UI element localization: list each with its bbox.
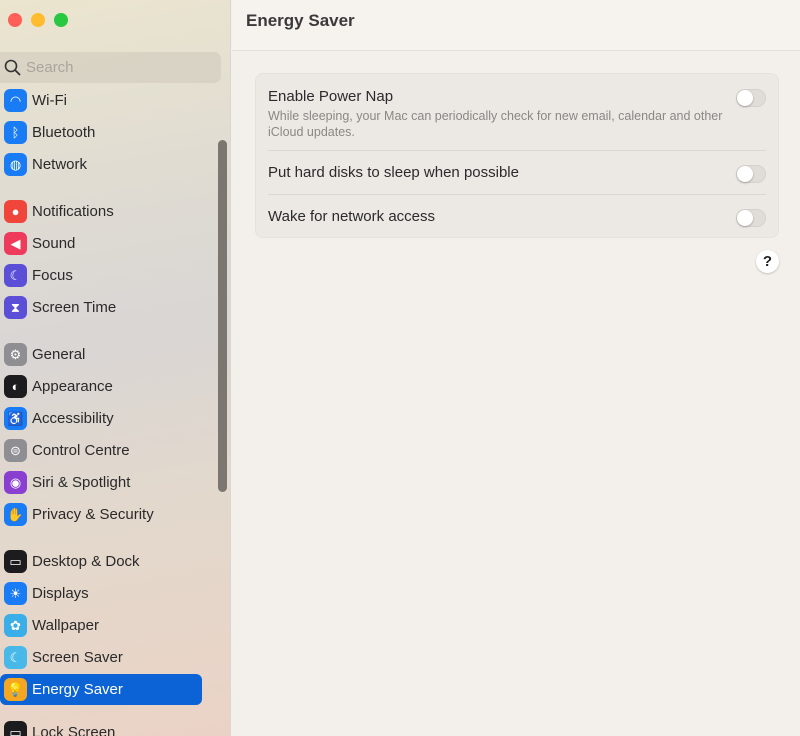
- sidebar-item-label: Siri & Spotlight: [32, 474, 131, 491]
- sidebar-item-label: General: [32, 346, 86, 363]
- sidebar-item-label: Desktop & Dock: [32, 553, 140, 570]
- sidebar-item-energy-saver[interactable]: 💡 Energy Saver: [0, 674, 202, 705]
- sidebar-item-wi-fi[interactable]: ◠ Wi-Fi: [0, 85, 202, 116]
- sidebar-item-label: Sound: [32, 235, 76, 252]
- sidebar-item-notifications[interactable]: ● Notifications: [0, 196, 202, 227]
- sidebar-item-control-centre[interactable]: ⊜ Control Centre: [0, 435, 202, 466]
- wifi-icon: ◠: [4, 89, 27, 112]
- search-icon: [4, 59, 21, 76]
- setting-row-wake-network: Wake for network access: [268, 208, 766, 228]
- bulb-icon: 💡: [4, 678, 27, 701]
- sidebar-item-label: Control Centre: [32, 442, 130, 459]
- divider: [268, 194, 766, 195]
- page-title: Energy Saver: [246, 11, 355, 30]
- divider: [268, 150, 766, 151]
- accessibility-icon: ♿: [4, 407, 27, 430]
- settings-panel: Enable Power Nap While sleeping, your Ma…: [255, 73, 779, 238]
- sidebar-item-label: Bluetooth: [32, 124, 96, 141]
- zoom-window-button[interactable]: [54, 13, 68, 27]
- sidebar-item-sound[interactable]: ◀ Sound: [0, 228, 202, 259]
- siri-icon: ◉: [4, 471, 27, 494]
- sidebar-item-appearance[interactable]: ◐ Appearance: [0, 371, 202, 402]
- wake-network-toggle[interactable]: [736, 209, 766, 227]
- hard-disks-sleep-toggle[interactable]: [736, 165, 766, 183]
- sidebar-item-label: Privacy & Security: [32, 506, 154, 523]
- screensaver-icon: ☾: [4, 646, 27, 669]
- bluetooth-icon: ᛒ: [4, 121, 27, 144]
- sidebar-item-displays[interactable]: ☀ Displays: [0, 578, 202, 609]
- sidebar-item-label: Wi-Fi: [32, 92, 67, 109]
- hand-icon: ✋: [4, 503, 27, 526]
- sidebar-item-label: Focus: [32, 267, 73, 284]
- globe-icon: ◍: [4, 153, 27, 176]
- setting-row-power-nap: Enable Power Nap While sleeping, your Ma…: [268, 88, 766, 148]
- sidebar-item-screen-time[interactable]: ⧗ Screen Time: [0, 292, 202, 323]
- hourglass-icon: ⧗: [4, 296, 27, 319]
- search-input[interactable]: Search: [0, 52, 221, 83]
- setting-description: While sleeping, your Mac can periodicall…: [268, 109, 723, 139]
- dock-icon: ▭: [4, 550, 27, 573]
- flower-icon: ✿: [4, 614, 27, 637]
- sidebar-item-bluetooth[interactable]: ᛒ Bluetooth: [0, 117, 202, 148]
- gear-icon: ⚙: [4, 343, 27, 366]
- sidebar-item-label: Energy Saver: [32, 681, 123, 698]
- sidebar-item-wallpaper[interactable]: ✿ Wallpaper: [0, 610, 202, 641]
- sidebar-item-label: Network: [32, 156, 88, 173]
- lock-screen-icon: ▭: [4, 721, 27, 736]
- sidebar-item-label: Screen Saver: [32, 649, 123, 666]
- toggles-icon: ⊜: [4, 439, 27, 462]
- speaker-icon: ◀: [4, 232, 27, 255]
- appearance-icon: ◐: [4, 375, 27, 398]
- sidebar-item-accessibility[interactable]: ♿ Accessibility: [0, 403, 202, 434]
- sidebar-scrollbar[interactable]: [218, 140, 227, 492]
- setting-label: Wake for network access: [268, 208, 435, 225]
- moon-icon: ☾: [4, 264, 27, 287]
- sidebar-item-label: Screen Time: [32, 299, 117, 316]
- sidebar-item-lock-screen[interactable]: ▭ Lock Screen: [0, 717, 202, 736]
- sidebar-item-siri-spotlight[interactable]: ◉ Siri & Spotlight: [0, 467, 202, 498]
- setting-label: Put hard disks to sleep when possible: [268, 164, 519, 181]
- sidebar-item-label: Lock Screen: [32, 724, 116, 736]
- bell-icon: ●: [4, 200, 27, 223]
- sidebar-item-label: Accessibility: [32, 410, 114, 427]
- minimize-window-button[interactable]: [31, 13, 45, 27]
- close-window-button[interactable]: [8, 13, 22, 27]
- sidebar-item-screen-saver[interactable]: ☾ Screen Saver: [0, 642, 202, 673]
- sidebar-item-label: Notifications: [32, 203, 114, 220]
- sidebar-item-focus[interactable]: ☾ Focus: [0, 260, 202, 291]
- sidebar-item-label: Appearance: [32, 378, 113, 395]
- help-button[interactable]: ?: [756, 250, 779, 273]
- sidebar-item-network[interactable]: ◍ Network: [0, 149, 202, 180]
- sidebar: Search ◠ Wi-Fi ᛒ Bluetooth ◍ Network ● Notifica…: [0, 0, 231, 736]
- sidebar-item-general[interactable]: ⚙ General: [0, 339, 202, 370]
- sidebar-item-privacy-security[interactable]: ✋ Privacy & Security: [0, 499, 202, 530]
- sidebar-item-label: Displays: [32, 585, 89, 602]
- setting-label: Enable Power Nap: [268, 88, 394, 105]
- sidebar-item-desktop-dock[interactable]: ▭ Desktop & Dock: [0, 546, 202, 577]
- power-nap-toggle[interactable]: [736, 89, 766, 107]
- sidebar-item-label: Wallpaper: [32, 617, 99, 634]
- setting-row-hard-disks: Put hard disks to sleep when possible: [268, 164, 766, 184]
- header: Energy Saver: [232, 0, 800, 51]
- search-placeholder: Search: [26, 59, 74, 76]
- sun-icon: ☀: [4, 582, 27, 605]
